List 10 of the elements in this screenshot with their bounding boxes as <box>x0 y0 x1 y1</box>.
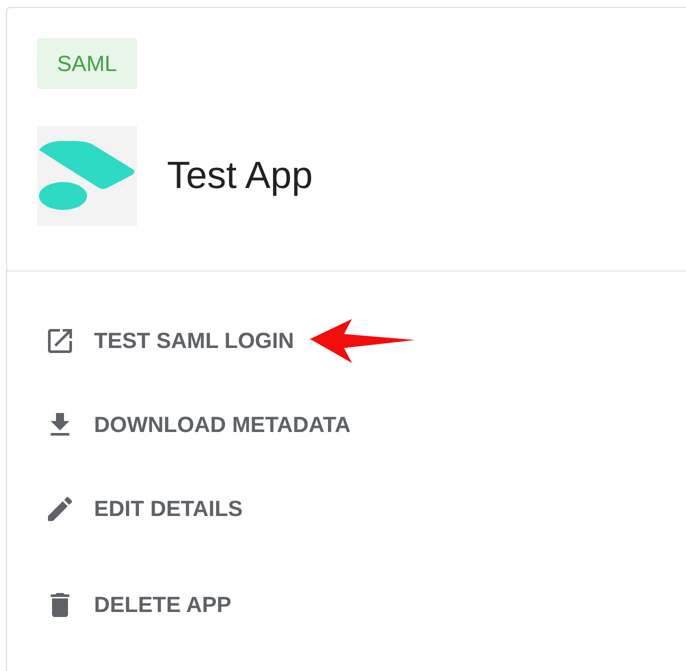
trash-icon <box>48 593 72 617</box>
pencil-icon <box>48 497 72 521</box>
protocol-badge: SAML <box>37 38 137 89</box>
download-icon <box>48 413 72 437</box>
action-link[interactable]: TEST SAML LOGIN <box>94 324 294 358</box>
action-link[interactable]: DOWNLOAD METADATA <box>94 408 351 442</box>
action-link[interactable]: DELETE APP <box>94 588 232 622</box>
external-link-icon <box>48 329 72 353</box>
action-link[interactable]: EDIT DETAILS <box>94 492 243 526</box>
app-title: Test App <box>167 154 313 198</box>
